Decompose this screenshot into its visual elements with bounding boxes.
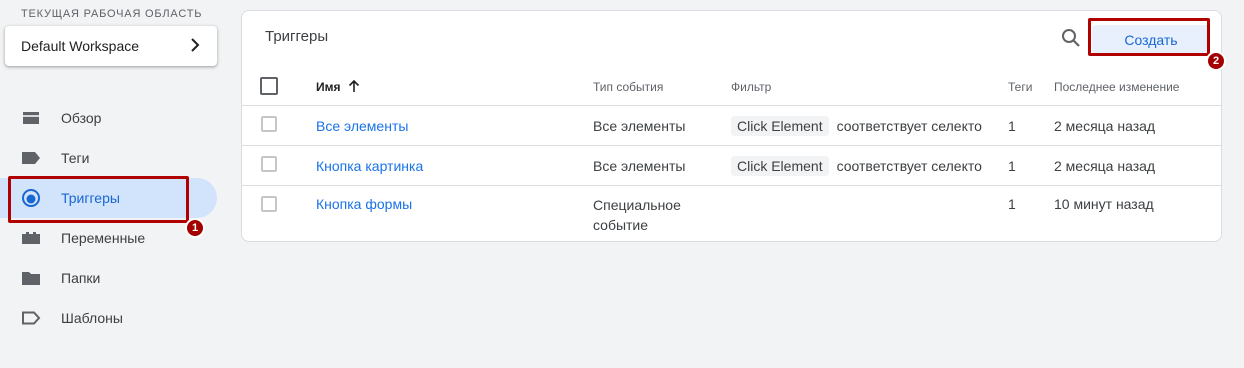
column-header-modified[interactable]: Последнее изменение bbox=[1054, 69, 1221, 106]
triggers-panel: Триггеры Создать Имя Тип события Фильтр … bbox=[241, 10, 1222, 242]
filter-chip: Click Element bbox=[731, 155, 829, 176]
table-row[interactable]: Все элементы Все элементы Click Element с… bbox=[242, 105, 1221, 146]
sidebar-item-label: Папки bbox=[61, 270, 101, 286]
table-row[interactable]: Кнопка картинка Все элементы Click Eleme… bbox=[242, 145, 1221, 186]
sidebar-item-tags[interactable]: Теги bbox=[0, 138, 230, 178]
folder-icon bbox=[21, 268, 41, 288]
sidebar-item-label: Теги bbox=[61, 150, 90, 166]
trigger-name-link[interactable]: Все элементы bbox=[316, 118, 408, 134]
column-header-name[interactable]: Имя bbox=[316, 69, 593, 106]
arrow-up-icon bbox=[348, 79, 360, 96]
modified-cell: 2 месяца назад bbox=[1054, 145, 1221, 186]
workspace-caption: ТЕКУЩАЯ РАБОЧАЯ ОБЛАСТЬ bbox=[21, 8, 203, 20]
sidebar-item-overview[interactable]: Обзор bbox=[0, 98, 230, 138]
column-header-tags[interactable]: Теги bbox=[1008, 69, 1054, 106]
tags-count-cell: 1 bbox=[1008, 196, 1016, 212]
tag-icon bbox=[21, 148, 41, 168]
workspace-name: Default Workspace bbox=[21, 38, 140, 54]
annotation-badge-1: 1 bbox=[185, 218, 205, 238]
event-type-cell: Специальное событие bbox=[593, 197, 681, 233]
event-type-cell: Все элементы bbox=[593, 145, 731, 186]
column-header-event-type[interactable]: Тип события bbox=[593, 69, 731, 106]
row-checkbox[interactable] bbox=[261, 116, 277, 132]
sidebar-item-label: Шаблоны bbox=[61, 310, 123, 326]
search-icon[interactable] bbox=[1060, 27, 1082, 49]
sidebar-item-folders[interactable]: Папки bbox=[0, 258, 230, 298]
template-icon bbox=[21, 308, 41, 328]
annotation-badge-2: 2 bbox=[1206, 51, 1226, 71]
triggers-highlight-box bbox=[8, 176, 189, 223]
triggers-table: Имя Тип события Фильтр Теги Последнее из… bbox=[242, 69, 1221, 252]
filter-text: соответствует селекто bbox=[836, 157, 982, 174]
row-checkbox[interactable] bbox=[261, 156, 277, 172]
create-highlight-box bbox=[1088, 18, 1210, 56]
tags-count-cell: 1 bbox=[1008, 145, 1054, 186]
chevron-right-icon bbox=[189, 37, 201, 55]
event-type-cell: Все элементы bbox=[593, 105, 731, 146]
modified-cell: 2 месяца назад bbox=[1054, 105, 1221, 146]
tags-count-cell: 1 bbox=[1008, 105, 1054, 146]
row-checkbox[interactable] bbox=[261, 196, 277, 212]
filter-chip: Click Element bbox=[731, 115, 829, 136]
variable-icon bbox=[21, 228, 41, 248]
sidebar-item-templates[interactable]: Шаблоны bbox=[0, 298, 230, 338]
modified-cell: 10 минут назад bbox=[1054, 196, 1154, 212]
workspace-selector[interactable]: Default Workspace bbox=[5, 26, 217, 66]
trigger-name-link[interactable]: Кнопка картинка bbox=[316, 158, 423, 174]
column-header-filter[interactable]: Фильтр bbox=[731, 69, 1008, 106]
select-all-checkbox[interactable] bbox=[260, 76, 278, 95]
filter-text: соответствует селекто bbox=[836, 117, 982, 134]
trigger-name-link[interactable]: Кнопка формы bbox=[316, 196, 412, 212]
sidebar-item-label: Обзор bbox=[61, 110, 102, 126]
page-title: Триггеры bbox=[265, 28, 329, 45]
overview-icon bbox=[21, 108, 41, 128]
table-row[interactable]: Кнопка формы Специальное событие 1 10 ми… bbox=[242, 186, 1221, 253]
table-header-row: Имя Тип события Фильтр Теги Последнее из… bbox=[242, 69, 1221, 106]
sidebar-item-label: Переменные bbox=[61, 230, 146, 246]
